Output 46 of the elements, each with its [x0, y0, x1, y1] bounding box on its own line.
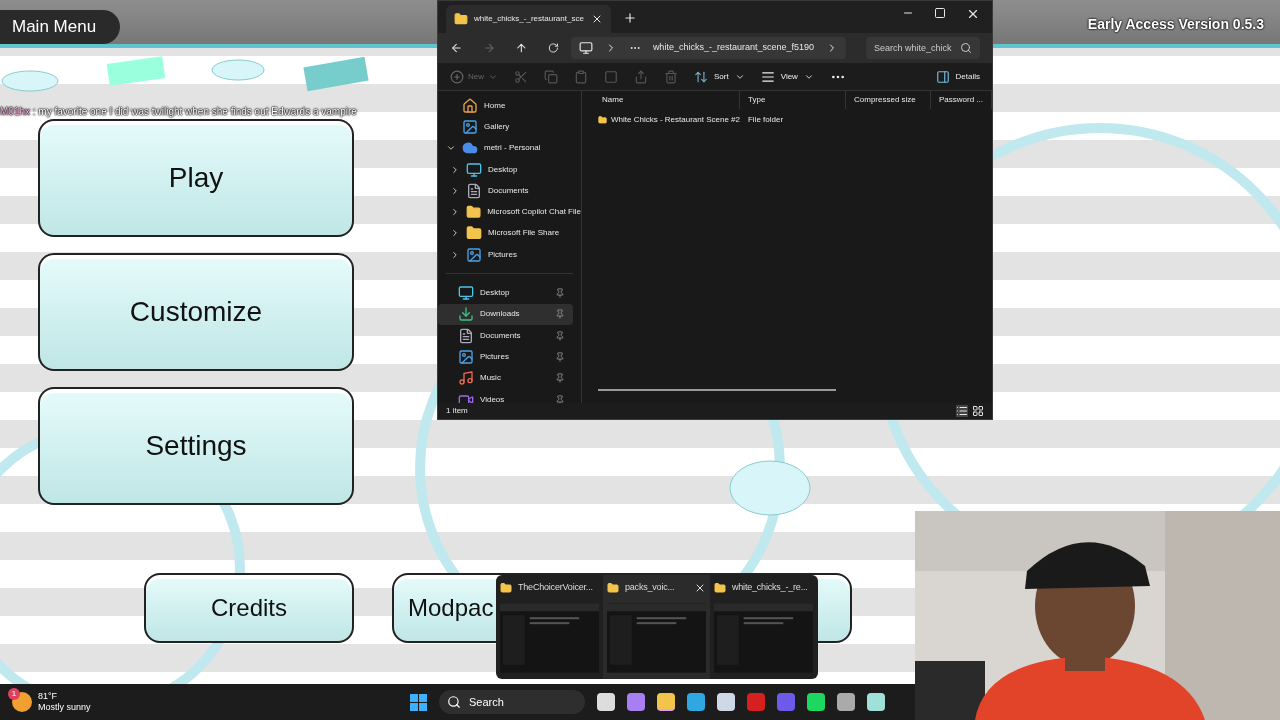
sort-button[interactable]: Sort [694, 69, 745, 84]
file-row[interactable]: White Chicks - Restaurant Scene #2 File folder [582, 109, 992, 130]
nav-item[interactable]: Home [438, 95, 581, 117]
column-header[interactable]: Compressed size [846, 91, 931, 109]
column-header[interactable]: Name [582, 91, 740, 109]
chat-message: M01hx : my favorite one I did was twilight when she finds out Edwards a vampire [0, 105, 357, 118]
file-name: White Chicks - Restaurant Scene #2 [611, 113, 740, 126]
nav-item[interactable]: Pictures [438, 244, 581, 266]
menu-button[interactable]: Settings [38, 387, 354, 505]
notification-badge: 1 [8, 688, 20, 700]
version-text: Early Access Version 0.5.3 [1087, 15, 1264, 34]
preview-item[interactable]: white_chicks_-_re... [710, 575, 817, 679]
view-button[interactable]: View [760, 69, 814, 84]
nav-item[interactable]: metri - Personal [438, 137, 581, 159]
pinned-item[interactable]: Music [438, 367, 573, 389]
status-text: 1 item [446, 405, 468, 417]
nav-item[interactable]: Documents [438, 180, 581, 202]
weather-text: Mostly sunny [38, 702, 91, 713]
menu-button[interactable]: Credits [144, 573, 354, 643]
window-tab[interactable]: white_chicks_-_restaurant_sce [446, 5, 611, 33]
nav-item[interactable]: Microsoft File Share [438, 222, 581, 245]
file-type: File folder [747, 113, 785, 126]
search-field[interactable]: Search white_chick [866, 37, 980, 59]
temperature-text: 81°F [38, 691, 59, 702]
menu-button[interactable]: Customize [38, 253, 354, 371]
preview-title: TheChoicerVoicer... [518, 581, 594, 595]
column-header[interactable]: Type [740, 91, 846, 109]
preview-item[interactable]: packs_voic... [603, 575, 710, 679]
search-field[interactable]: Search [439, 690, 585, 714]
address-bar[interactable]: white_chicks_-_restaurant_scene_f5190 [570, 37, 846, 59]
pinned-item[interactable]: Pictures [438, 346, 573, 368]
menu-title: Main Menu [0, 10, 121, 44]
nav-item[interactable]: Desktop [438, 158, 581, 181]
nav-item[interactable]: Microsoft Copilot Chat File [438, 201, 581, 223]
preview-item[interactable]: TheChoicerVoicer... [496, 575, 603, 679]
path-text: white_chicks_-_restaurant_scene_f5190 [652, 41, 814, 55]
menu-button[interactable]: Play [38, 119, 354, 237]
pinned-item[interactable]: Downloads [438, 303, 573, 325]
nav-item[interactable]: Gallery [438, 116, 581, 138]
details-button[interactable]: Details [935, 69, 980, 84]
preview-title: white_chicks_-_re... [732, 581, 809, 595]
preview-title: packs_voic... [625, 581, 676, 595]
column-header[interactable]: Password ... [931, 91, 992, 109]
pinned-item[interactable]: Documents [438, 324, 573, 347]
pinned-item[interactable]: Desktop [438, 282, 573, 304]
tab-title: white_chicks_-_restaurant_sce [474, 13, 585, 25]
